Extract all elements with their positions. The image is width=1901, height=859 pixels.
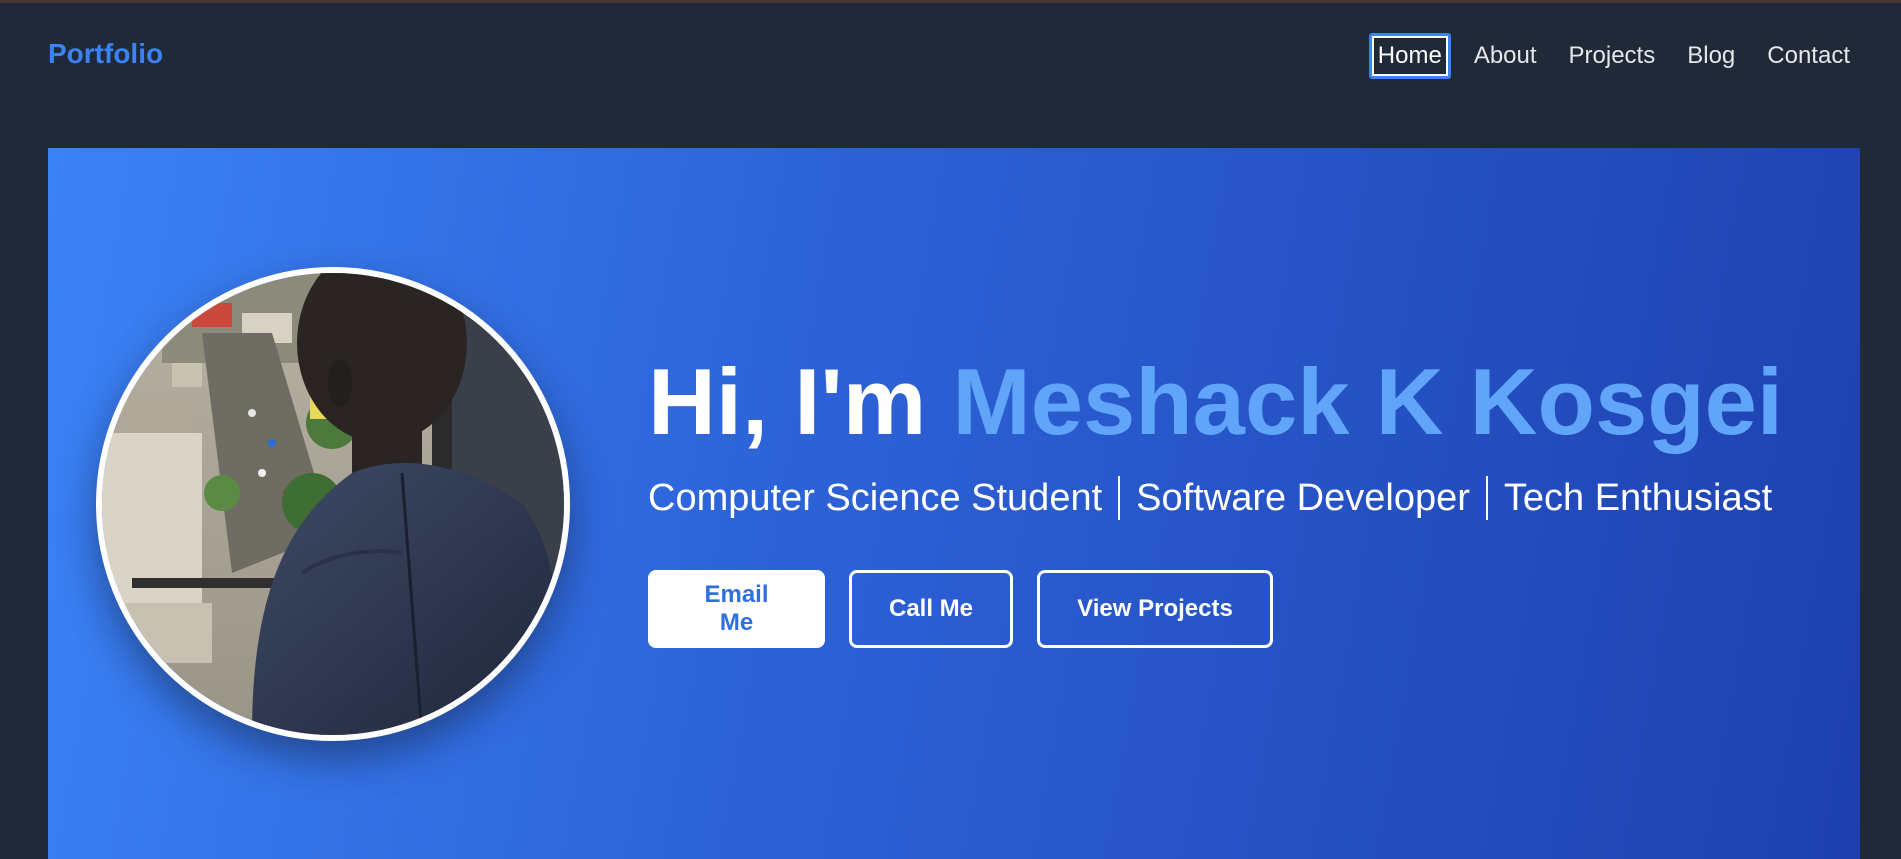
role-item: Computer Science Student — [648, 477, 1103, 519]
role-separator — [1485, 476, 1488, 520]
call-me-button[interactable]: Call Me — [849, 570, 1013, 648]
nav-link-contact[interactable]: Contact — [1758, 33, 1859, 79]
brand-logo-link[interactable]: Portfolio — [48, 37, 163, 71]
role-separator — [1118, 476, 1121, 520]
profile-photo — [96, 267, 570, 741]
nav-link-about[interactable]: About — [1465, 33, 1546, 79]
hero-headline: Hi, I'm Meshack K Kosgei — [648, 348, 1828, 456]
hero-name: Meshack K Kosgei — [952, 349, 1784, 454]
hero-roles: Computer Science Student Software Develo… — [648, 474, 1828, 522]
nav-link-home[interactable]: Home — [1368, 33, 1451, 79]
greeting-text: Hi, I'm — [648, 349, 953, 454]
role-item: Software Developer — [1136, 477, 1470, 519]
hero-section: Hi, I'm Meshack K Kosgei Computer Scienc… — [48, 148, 1860, 859]
role-item: Tech Enthusiast — [1503, 477, 1773, 519]
view-projects-button[interactable]: View Projects — [1037, 570, 1273, 648]
email-me-button[interactable]: Email Me — [648, 570, 825, 648]
navbar: Portfolio Home About Projects Blog Conta… — [0, 3, 1901, 99]
nav-link-blog[interactable]: Blog — [1678, 33, 1744, 79]
hero-actions: Email Me Call Me View Projects — [648, 570, 1828, 648]
profile-photo-image — [102, 273, 564, 735]
nav-links: Home About Projects Blog Contact — [1368, 33, 1859, 79]
hero-content: Hi, I'm Meshack K Kosgei Computer Scienc… — [648, 348, 1828, 648]
nav-link-projects[interactable]: Projects — [1560, 33, 1665, 79]
